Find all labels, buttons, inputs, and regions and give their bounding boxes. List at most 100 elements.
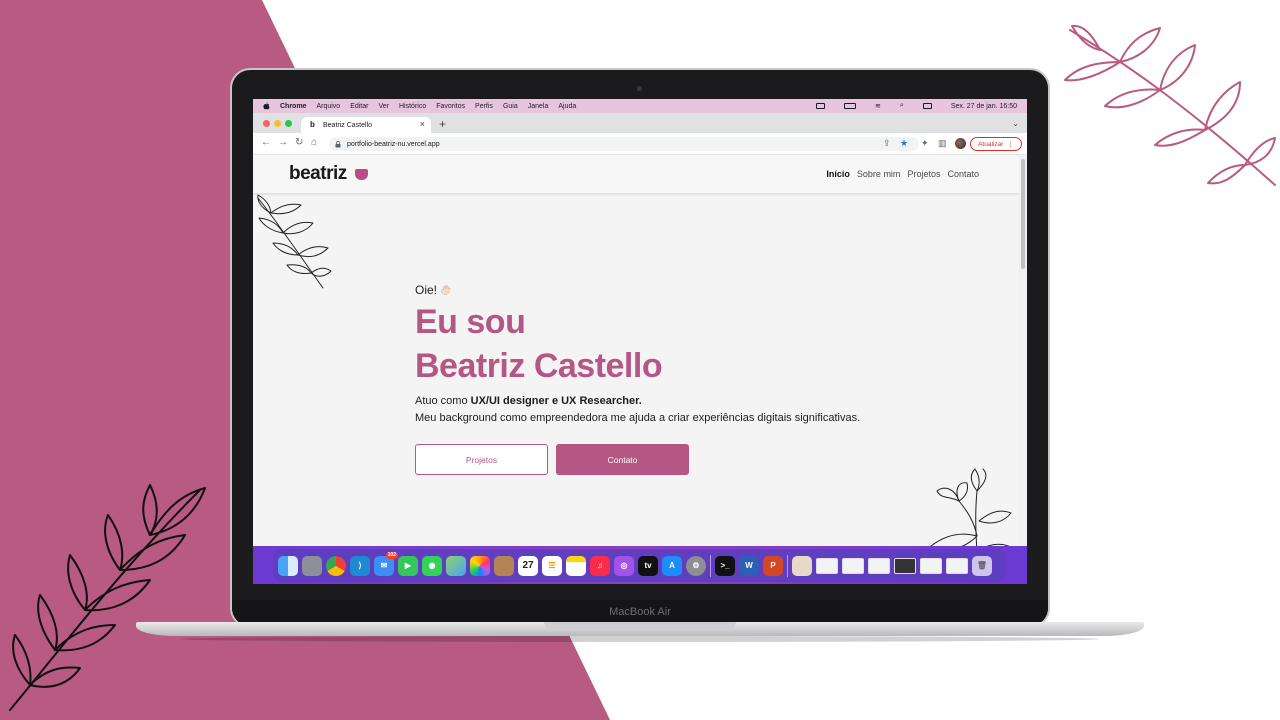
minimized-window-thumbnail[interactable]	[894, 557, 916, 574]
mail-icon[interactable]: ✉ 102	[374, 551, 398, 576]
back-arrow-icon[interactable]: ←	[261, 138, 271, 148]
contact-button[interactable]: Contato	[556, 444, 689, 475]
browser-toolbar: ← → ↻ ⌂ portfolio-beatriz-nu.vercel.app …	[253, 133, 1027, 155]
site-header: beatriz Início Sobre mim Projetos Contat…	[253, 155, 1019, 193]
waving-hand-icon	[441, 284, 451, 295]
menubar-status-area: ≋ ⌕ Sex. 27 de jan. 16:50	[806, 99, 1017, 113]
control-center-icon[interactable]	[922, 103, 932, 109]
lock-icon	[335, 140, 341, 147]
close-window-button[interactable]	[263, 120, 270, 127]
new-tab-button[interactable]: +	[439, 118, 446, 130]
apple-icon[interactable]	[263, 102, 270, 110]
site-logo[interactable]: beatriz	[289, 163, 347, 185]
bookmark-star-icon[interactable]: ★	[900, 138, 908, 148]
appstore-icon[interactable]: A	[662, 555, 682, 576]
tab-title: Beatriz Castello	[323, 121, 373, 129]
terminal-icon[interactable]: >_	[715, 555, 735, 576]
laptop-screen: Chrome Arquivo Editar Ver Histórico Favo…	[253, 99, 1027, 584]
menu-arquivo[interactable]: Arquivo	[316, 103, 340, 110]
nav-contato[interactable]: Contato	[947, 169, 979, 179]
vscode-icon[interactable]: ⟩	[350, 555, 370, 576]
laptop-hinge-notch	[544, 622, 736, 629]
tab-search-chevron-icon[interactable]: ⌄	[1012, 119, 1019, 128]
powerpoint-icon[interactable]: P	[763, 555, 783, 576]
dock-separator	[787, 554, 788, 577]
reload-icon[interactable]: ↻	[295, 138, 303, 148]
facetime-icon[interactable]: ▶	[398, 555, 418, 576]
trash-icon[interactable]: 🗑	[972, 555, 992, 576]
more-menu-icon: ⋮	[1007, 141, 1014, 148]
branch-illustration-top-right	[1064, 24, 1276, 186]
menu-ver[interactable]: Ver	[378, 103, 389, 110]
minimized-window-thumbnail[interactable]	[842, 557, 864, 574]
page-scrollbar[interactable]	[1019, 155, 1027, 584]
scrollbar-thumb[interactable]	[1021, 159, 1025, 269]
menu-janela[interactable]: Janela	[528, 103, 549, 110]
nav-projetos[interactable]: Projetos	[907, 169, 940, 179]
battery-icon[interactable]	[844, 103, 857, 109]
tab-close-icon[interactable]: ×	[420, 120, 425, 129]
update-chrome-button[interactable]: Atualizar ⋮	[970, 137, 1022, 151]
minimized-window-thumbnail[interactable]	[920, 557, 942, 574]
address-bar[interactable]: portfolio-beatriz-nu.vercel.app	[329, 137, 919, 151]
reminders-icon[interactable]: ☰	[542, 555, 562, 576]
menubar-clock[interactable]: Sex. 27 de jan. 16:50	[951, 103, 1017, 110]
forward-arrow-icon[interactable]: →	[278, 138, 288, 148]
zoom-window-button[interactable]	[285, 120, 292, 127]
podcasts-icon[interactable]: ◎	[614, 555, 634, 576]
notes-icon[interactable]	[566, 555, 586, 576]
tv-icon[interactable]: tv	[638, 555, 658, 576]
dock-separator	[710, 554, 711, 577]
home-icon[interactable]: ⌂	[311, 138, 317, 148]
menu-favoritos[interactable]: Favoritos	[436, 103, 465, 110]
menu-historico[interactable]: Histórico	[399, 103, 426, 110]
nav-sobre-mim[interactable]: Sobre mim	[857, 169, 901, 179]
minimized-window-thumbnail[interactable]	[816, 557, 838, 574]
screen-share-icon[interactable]	[816, 103, 826, 109]
music-icon[interactable]: ♫	[590, 555, 610, 576]
finder-icon[interactable]	[278, 555, 298, 576]
update-label: Atualizar	[978, 140, 1004, 148]
portfolio-page: beatriz Início Sobre mim Projetos Contat…	[253, 155, 1019, 584]
mockup-stage: MacBook Air Chrome Arquivo Editar Ver Hi…	[0, 0, 1280, 720]
branch-illustration-page-top-left	[257, 194, 332, 289]
launchpad-icon[interactable]	[302, 555, 322, 576]
menu-chrome[interactable]: Chrome	[280, 103, 306, 110]
share-icon[interactable]: ⇪	[883, 138, 891, 148]
menu-ajuda[interactable]: Ajuda	[558, 103, 576, 110]
projects-button[interactable]: Projetos	[415, 444, 548, 475]
logo-cup-icon	[355, 169, 368, 180]
menu-editar[interactable]: Editar	[350, 103, 368, 110]
messages-icon[interactable]: ◉	[422, 555, 442, 576]
intro-line-1: Atuo como UX/UI designer e UX Researcher…	[415, 395, 642, 407]
minimized-window-thumbnail[interactable]	[946, 557, 968, 574]
camera	[637, 86, 642, 91]
maps-icon[interactable]	[446, 555, 466, 576]
minimized-window-thumbnail[interactable]	[868, 557, 890, 574]
photo-document-icon[interactable]	[792, 555, 812, 576]
browser-tab-strip: b Beatriz Castello × + ⌄	[253, 113, 1027, 133]
mail-badge: 102	[385, 551, 398, 559]
menu-perfis[interactable]: Perfis	[475, 103, 493, 110]
macos-dock: ⟩ ✉ 102 ▶ ◉ 27 ☰ ♫ ◎ tv A ⚙ >_ W P 🗑	[273, 549, 1006, 582]
wifi-icon[interactable]: ≋	[875, 102, 881, 110]
nav-inicio[interactable]: Início	[826, 169, 850, 179]
tab-beatriz-castello[interactable]: b Beatriz Castello ×	[301, 117, 431, 133]
spotlight-icon[interactable]: ⌕	[900, 102, 904, 110]
photos-icon[interactable]	[470, 555, 490, 576]
word-icon[interactable]: W	[739, 555, 759, 576]
profile-avatar[interactable]	[955, 138, 966, 149]
menu-guia[interactable]: Guia	[503, 103, 518, 110]
side-panel-icon[interactable]: ▥	[938, 138, 947, 148]
calendar-icon[interactable]: 27	[518, 555, 538, 576]
url-text: portfolio-beatriz-nu.vercel.app	[347, 140, 440, 148]
settings-icon[interactable]: ⚙	[686, 555, 706, 576]
chrome-icon[interactable]	[326, 555, 346, 576]
minimize-window-button[interactable]	[274, 120, 281, 127]
hero-title-line-2: Beatriz Castello	[415, 347, 663, 385]
branch-illustration-bottom-left	[9, 484, 206, 711]
extensions-icon[interactable]: ✦	[921, 138, 929, 148]
hero-title-line-1: Eu sou	[415, 303, 526, 341]
site-nav: Início Sobre mim Projetos Contato	[826, 169, 979, 179]
contacts-icon[interactable]	[494, 555, 514, 576]
